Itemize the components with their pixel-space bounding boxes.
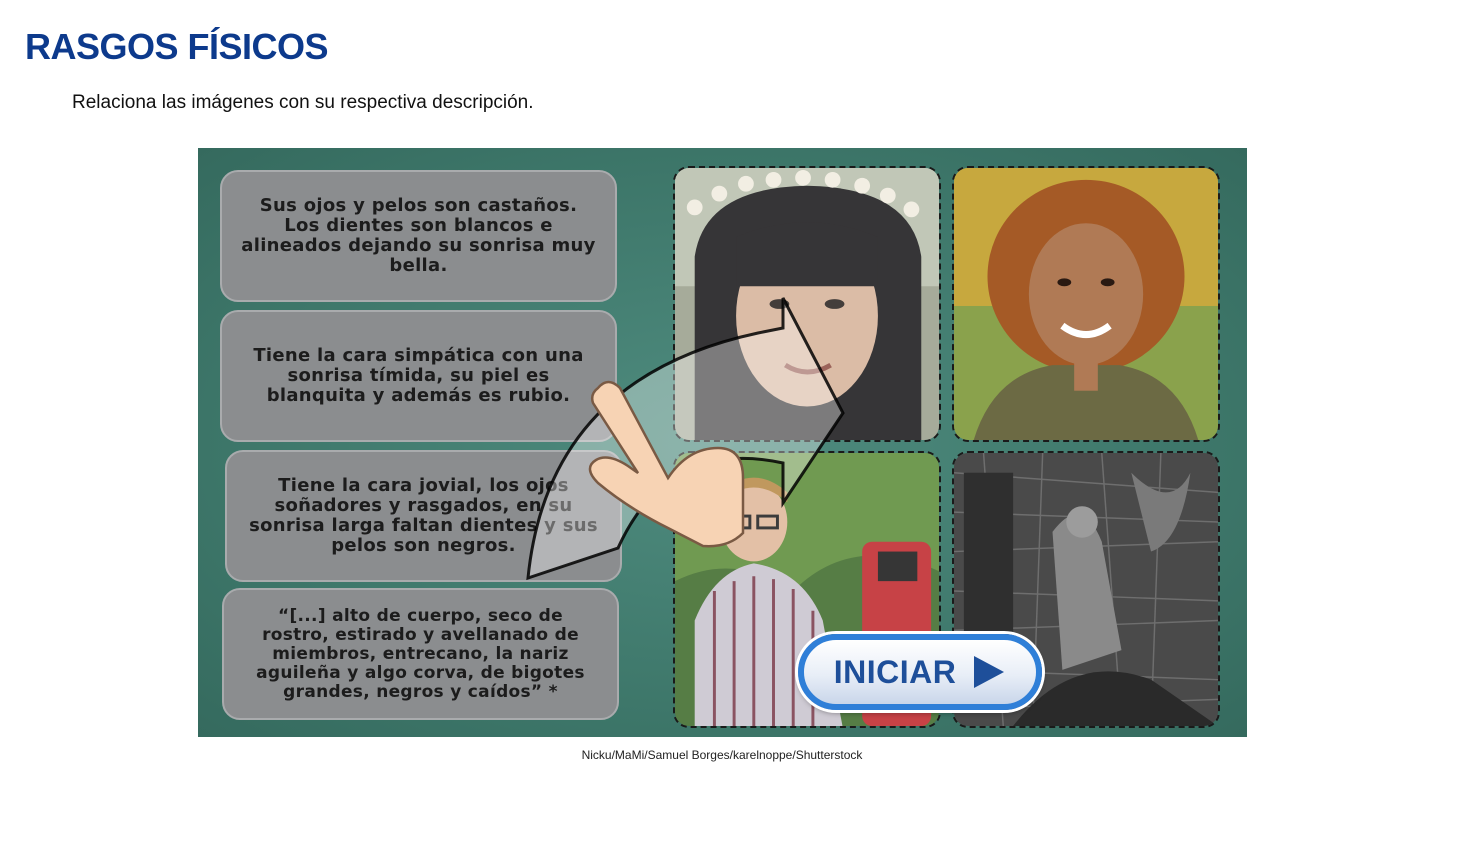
description-card-2[interactable]: Tiene la cara simpática con una sonrisa … <box>220 310 617 442</box>
description-card-3[interactable]: Tiene la cara jovial, los ojos soñadores… <box>225 450 622 582</box>
start-button-label: INICIAR <box>833 653 957 690</box>
matching-activity: Sus ojos y pelos son castaños. Los dient… <box>198 148 1247 737</box>
image-credit: Nicku/MaMi/Samuel Borges/karelnoppe/Shut… <box>581 748 863 762</box>
page-title: RASGOS FÍSICOS <box>25 26 329 67</box>
play-triangle-icon <box>974 656 1005 688</box>
description-card-4[interactable]: “[...] alto de cuerpo, seco de rostro, e… <box>222 588 619 720</box>
girl-flower-crown-photo[interactable] <box>673 166 941 442</box>
description-card-1[interactable]: Sus ojos y pelos son castaños. Los dient… <box>220 170 617 302</box>
curly-hair-woman-photo[interactable] <box>952 166 1220 442</box>
start-button[interactable]: INICIAR <box>798 634 1042 710</box>
instruction-text: Relaciona las imágenes con su respectiva… <box>72 92 534 113</box>
